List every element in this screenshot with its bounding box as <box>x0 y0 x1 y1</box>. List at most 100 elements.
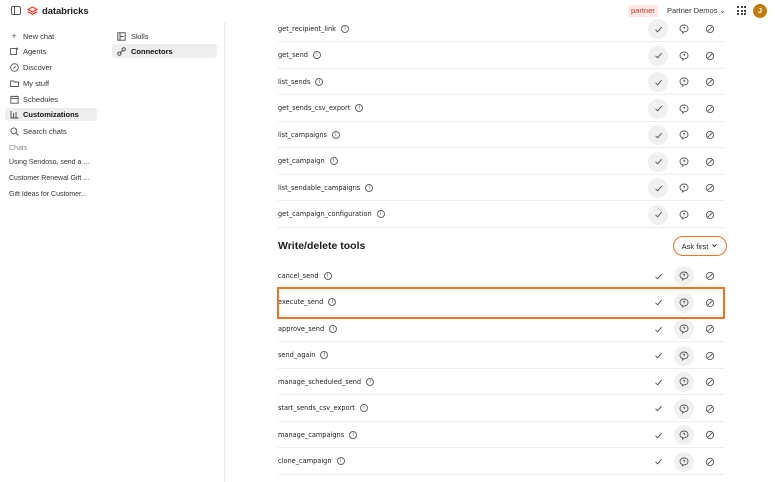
info-icon[interactable]: i <box>341 24 350 33</box>
info-icon[interactable]: i <box>328 298 337 306</box>
ask-first-button[interactable] <box>674 319 694 339</box>
never-allow-button[interactable] <box>700 46 720 66</box>
tool-name-label: get_sends_csv_export <box>278 104 351 112</box>
ask-first-button[interactable] <box>674 372 694 392</box>
never-allow-button[interactable] <box>700 99 720 119</box>
ask-first-button[interactable] <box>674 125 694 145</box>
sidebar-item-discover[interactable]: Discover <box>5 61 97 74</box>
never-allow-button[interactable] <box>700 72 720 92</box>
never-allow-button[interactable] <box>700 399 720 419</box>
block-icon <box>705 51 715 61</box>
tool-row: manage_campaigns i <box>278 422 724 448</box>
never-allow-button[interactable] <box>700 452 720 472</box>
permission-options <box>648 204 720 225</box>
tool-name-label: get_send <box>278 51 308 59</box>
info-icon[interactable]: i <box>323 271 332 280</box>
ask-first-button[interactable] <box>674 46 694 66</box>
info-icon[interactable]: i <box>349 430 358 439</box>
block-icon <box>705 351 715 361</box>
always-allow-button[interactable] <box>648 204 668 225</box>
ask-first-button[interactable] <box>674 19 694 39</box>
ask-first-button[interactable] <box>674 99 694 119</box>
sidebar-item-agents[interactable]: Agents <box>5 45 97 58</box>
info-icon[interactable]: i <box>336 457 345 465</box>
always-allow-button[interactable] <box>648 319 668 339</box>
always-allow-button[interactable] <box>648 151 668 172</box>
calendar-icon <box>9 95 19 105</box>
never-allow-button[interactable] <box>700 266 720 286</box>
brand-name: databricks <box>42 5 89 17</box>
chat-history-item[interactable]: Gift Ideas for Customer... <box>9 191 97 198</box>
permission-options <box>648 451 720 472</box>
never-allow-button[interactable] <box>700 319 720 339</box>
never-allow-button[interactable] <box>700 372 720 392</box>
ask-first-button[interactable] <box>674 72 694 92</box>
tool-row: manage_scheduled_send i <box>278 369 724 395</box>
never-allow-button[interactable] <box>700 152 720 172</box>
ask-first-button[interactable] <box>674 425 694 445</box>
write-tools-policy-dropdown[interactable]: Ask first <box>673 236 727 256</box>
info-icon[interactable]: i <box>366 377 375 386</box>
always-allow-button[interactable] <box>648 266 668 286</box>
ask-first-button[interactable] <box>674 178 694 198</box>
always-allow-button[interactable] <box>648 98 668 119</box>
never-allow-button[interactable] <box>700 19 720 39</box>
tool-name-label: send_again <box>278 351 316 359</box>
ask-first-button[interactable] <box>674 398 694 419</box>
always-allow-button[interactable] <box>648 293 668 313</box>
logo[interactable]: databricks <box>27 4 89 18</box>
sidebar-item-customizations[interactable]: Customizations <box>5 108 97 121</box>
ask-icon <box>679 457 689 467</box>
ask-first-button[interactable] <box>674 451 694 472</box>
sidebar-item-new-chat[interactable]: + New chat <box>5 30 97 43</box>
info-icon[interactable]: i <box>320 351 329 359</box>
info-icon[interactable]: i <box>365 183 374 192</box>
tool-name: get_campaign i <box>278 157 338 165</box>
ask-first-button[interactable] <box>674 292 694 313</box>
sidebar-item-my-stuff[interactable]: My stuff <box>5 77 97 90</box>
always-allow-button[interactable] <box>648 72 668 92</box>
info-icon[interactable]: i <box>376 210 385 218</box>
ask-first-button[interactable] <box>674 205 694 225</box>
ask-first-button[interactable] <box>674 152 694 172</box>
info-icon[interactable]: i <box>359 404 368 412</box>
never-allow-button[interactable] <box>700 425 720 445</box>
tool-name: list_sends i <box>278 77 324 86</box>
always-allow-button[interactable] <box>648 45 668 66</box>
sidebar-item-schedules[interactable]: Schedules <box>5 93 97 106</box>
chat-history-item[interactable]: Customer Renewal Gift ... <box>9 175 97 182</box>
subnav-item-connectors[interactable]: Connectors <box>112 44 217 58</box>
permission-options <box>648 178 720 198</box>
info-icon[interactable]: i <box>329 324 338 333</box>
ask-first-button[interactable] <box>674 345 694 366</box>
never-allow-button[interactable] <box>700 205 720 225</box>
ask-first-button[interactable] <box>674 266 694 286</box>
never-allow-button[interactable] <box>700 178 720 198</box>
never-allow-button[interactable] <box>700 125 720 145</box>
never-allow-button[interactable] <box>700 346 720 366</box>
info-icon[interactable]: i <box>329 157 338 165</box>
folder-icon <box>9 79 19 89</box>
info-icon[interactable]: i <box>355 104 364 112</box>
block-icon <box>705 210 715 220</box>
info-icon[interactable]: i <box>331 130 340 139</box>
always-allow-button[interactable] <box>648 372 668 392</box>
always-allow-button[interactable] <box>648 452 668 472</box>
always-allow-button[interactable] <box>648 125 668 145</box>
always-allow-button[interactable] <box>648 346 668 366</box>
sidebar-item-search-chats[interactable]: Search chats <box>5 125 97 138</box>
sidebar-toggle-icon[interactable] <box>11 6 21 15</box>
always-allow-button[interactable] <box>648 425 668 445</box>
sidebar-item-label: New chat <box>23 32 55 41</box>
never-allow-button[interactable] <box>700 293 720 313</box>
ask-icon <box>679 298 689 308</box>
info-icon[interactable]: i <box>312 51 321 59</box>
chat-history-item[interactable]: Using Sendoso, send a ... <box>9 159 97 166</box>
always-allow-button[interactable] <box>648 399 668 419</box>
always-allow-button[interactable] <box>648 178 668 198</box>
tool-name: execute_send i <box>278 298 337 306</box>
tool-name: get_send i <box>278 51 321 59</box>
always-allow-button[interactable] <box>648 19 668 39</box>
subnav-item-skills[interactable]: Skills <box>112 29 217 43</box>
info-icon[interactable]: i <box>315 77 324 86</box>
